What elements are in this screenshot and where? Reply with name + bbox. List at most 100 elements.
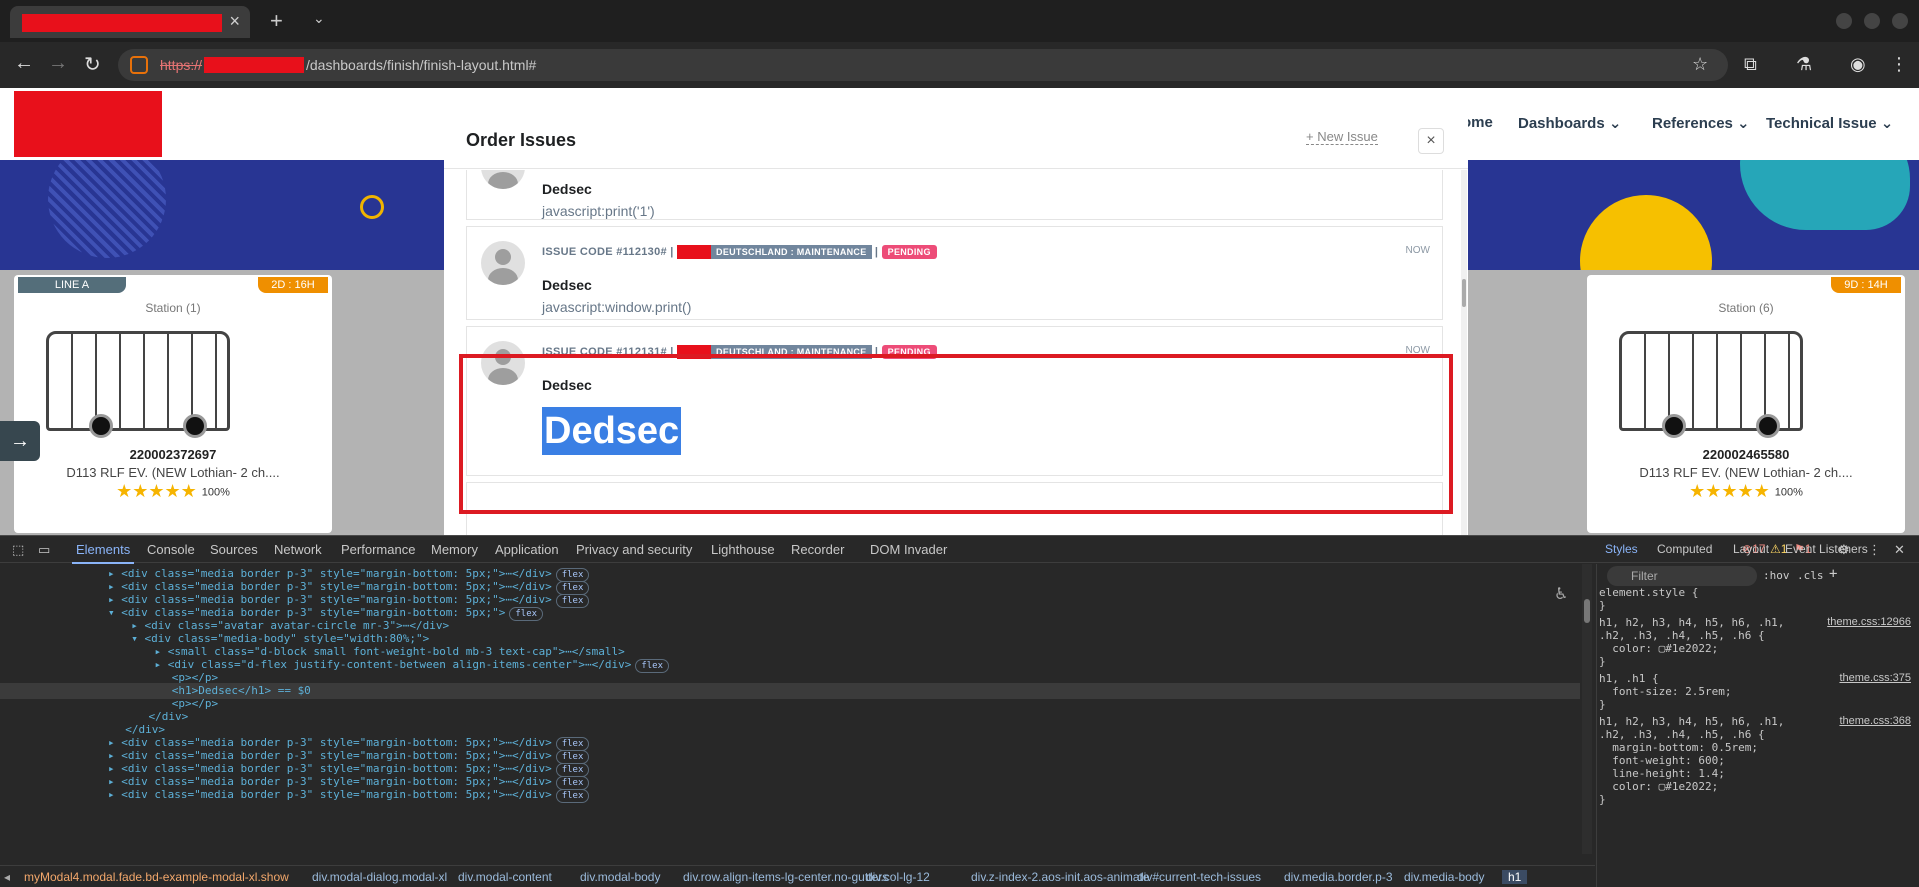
style-rule-line[interactable]: h1, .h1 { <box>1599 672 1659 686</box>
style-rule-line[interactable]: color: ▢#1e2022; <box>1599 780 1718 794</box>
forward-arrow-icon[interactable]: → <box>48 52 68 75</box>
tab-memory[interactable]: Memory <box>431 542 478 557</box>
station-name: Station (1) <box>145 301 201 315</box>
dom-scrollbar-thumb[interactable] <box>1584 599 1590 623</box>
breadcrumb-item[interactable]: div.media-body <box>1404 870 1484 884</box>
device-toolbar-icon[interactable]: ▭ <box>38 542 50 558</box>
station-description: D113 RLF EV. (NEW Lothian- 2 ch.... <box>66 465 280 480</box>
bus-image <box>46 331 230 438</box>
accessibility-icon[interactable]: ♿ <box>1554 584 1568 604</box>
decorative-yellow-circle <box>1580 195 1712 270</box>
station-card[interactable]: LINE A 2D : 16H Station (1) 220002372697… <box>14 275 332 533</box>
style-rule-line[interactable]: .h2, .h3, .h4, .h5, .h6 { <box>1599 728 1765 742</box>
address-bar[interactable]: https:// /dashboards/finish/finish-layou… <box>118 49 1728 81</box>
modal-scrollbar-thumb[interactable] <box>1462 279 1466 307</box>
hov-toggle[interactable]: :hov <box>1763 569 1790 582</box>
side-panel-arrow-icon[interactable]: → <box>0 421 40 461</box>
tab-lighthouse[interactable]: Lighthouse <box>711 542 775 557</box>
tab-sources[interactable]: Sources <box>210 542 258 557</box>
breadcrumb-item[interactable]: div.modal-content <box>458 870 552 884</box>
element-breadcrumb: ◂ myModal4.modal.fade.bd-example-modal-x… <box>0 865 1595 887</box>
issue-user: Dedsec <box>542 181 592 197</box>
labs-flask-icon[interactable]: ⚗ <box>1796 54 1812 75</box>
styles-filter-input[interactable]: Filter <box>1607 566 1757 586</box>
stylesheet-link[interactable]: theme.css:12966 <box>1827 616 1911 628</box>
close-window-button[interactable] <box>1892 13 1908 29</box>
breadcrumb-left-arrow-icon[interactable]: ◂ <box>4 870 10 884</box>
new-issue-button[interactable]: + New Issue <box>1306 129 1378 145</box>
maximize-button[interactable] <box>1864 13 1880 29</box>
time-badge: 2D : 16H <box>258 277 328 293</box>
issue-text: javascript:print('1') <box>542 203 655 219</box>
redacted-badge <box>677 245 712 259</box>
breadcrumb-item[interactable]: div.col-lg-12 <box>866 870 930 884</box>
rating-percent: 100% <box>201 486 230 499</box>
modal-close-button[interactable]: × <box>1418 128 1444 154</box>
style-rule-line[interactable]: } <box>1599 655 1606 669</box>
tab-layout[interactable]: Layout <box>1733 542 1769 556</box>
stylesheet-link[interactable]: theme.css:368 <box>1839 715 1911 727</box>
tab-application[interactable]: Application <box>495 542 559 557</box>
style-rule-line[interactable]: } <box>1599 599 1606 613</box>
extensions-icon[interactable]: ⧉ <box>1744 54 1757 75</box>
tab-performance[interactable]: Performance <box>341 542 415 557</box>
breadcrumb-item[interactable]: div.z-index-2.aos-init.aos-animate <box>971 870 1150 884</box>
style-rule-line[interactable]: .h2, .h3, .h4, .h5, .h6 { <box>1599 629 1765 643</box>
bookmark-star-icon[interactable]: ☆ <box>1692 54 1708 75</box>
tab-close-icon[interactable]: × <box>229 11 240 32</box>
style-rule-line[interactable]: line-height: 1.4; <box>1599 767 1725 781</box>
breadcrumb-item[interactable]: div.modal-dialog.modal-xl <box>312 870 447 884</box>
tab-event-listeners[interactable]: Event Listeners <box>1785 542 1868 556</box>
breadcrumb-item[interactable]: div.row.align-items-lg-center.no-gutters <box>683 870 888 884</box>
breadcrumb-item[interactable]: myModal4.modal.fade.bd-example-modal-xl.… <box>24 870 289 884</box>
dom-tree[interactable]: ▸ <div class="media border p-3" style="m… <box>0 564 1595 854</box>
profile-icon[interactable]: ◉ <box>1850 54 1866 75</box>
tab-elements[interactable]: Elements <box>71 542 135 564</box>
cls-toggle[interactable]: .cls <box>1797 569 1824 582</box>
tab-styles[interactable]: Styles <box>1605 542 1638 556</box>
tab-recorder[interactable]: Recorder <box>791 542 844 557</box>
site-info-icon[interactable] <box>130 56 148 74</box>
tab-list-chevron-icon[interactable]: ⌄ <box>313 10 325 27</box>
style-rule-line[interactable]: font-weight: 600; <box>1599 754 1725 768</box>
tab-network[interactable]: Network <box>274 542 322 557</box>
minimize-button[interactable] <box>1836 13 1852 29</box>
new-rule-icon[interactable]: + <box>1829 566 1837 582</box>
breadcrumb-item[interactable]: div#current-tech-issues <box>1137 870 1261 884</box>
tab-dom-invader[interactable]: DOM Invader <box>870 542 947 557</box>
nav-dashboards[interactable]: Dashboards ⌄ <box>1518 114 1621 132</box>
back-arrow-icon[interactable]: ← <box>14 52 34 75</box>
style-rule-line[interactable]: } <box>1599 698 1606 712</box>
nav-technical-issue[interactable]: Technical Issue ⌄ <box>1766 114 1893 132</box>
reload-icon[interactable]: ↻ <box>84 52 101 77</box>
browser-tab[interactable]: × <box>10 6 250 38</box>
inspect-element-icon[interactable]: ⬚ <box>12 542 24 558</box>
modal-scrollbar[interactable] <box>1461 170 1467 535</box>
style-rule-line[interactable]: font-size: 2.5rem; <box>1599 685 1731 699</box>
style-rule-line[interactable]: color: ▢#1e2022; <box>1599 642 1718 656</box>
style-rule-line[interactable]: element.style { <box>1599 586 1698 600</box>
dom-node[interactable]: ▸ <div class="media border p-3" style="m… <box>0 787 1580 803</box>
breadcrumb-item[interactable]: div.modal-body <box>580 870 660 884</box>
modal-header: Order Issues + New Issue × <box>444 114 1468 169</box>
decorative-teal-shape <box>1740 160 1910 230</box>
devtools-panel: ⬚ ▭ Elements Console Sources Network Per… <box>0 535 1919 887</box>
stylesheet-link[interactable]: theme.css:375 <box>1839 672 1911 684</box>
tab-privacy-security[interactable]: Privacy and security <box>576 542 692 557</box>
tab-computed[interactable]: Computed <box>1657 542 1712 556</box>
browser-tab-bar: × + ⌄ <box>0 0 1919 42</box>
breadcrumb-item[interactable]: h1 <box>1502 870 1528 884</box>
style-rule-line[interactable]: h1, h2, h3, h4, h5, h6, .h1, <box>1599 616 1784 630</box>
style-rule-line[interactable]: } <box>1599 793 1606 807</box>
decorative-ring <box>360 195 384 219</box>
tab-console[interactable]: Console <box>147 542 195 557</box>
menu-kebab-icon[interactable]: ⋮ <box>1890 54 1908 75</box>
decorative-circle <box>48 160 166 258</box>
nav-references[interactable]: References ⌄ <box>1652 114 1750 132</box>
flex-badge[interactable]: flex <box>555 789 590 803</box>
breadcrumb-item[interactable]: div.media.border.p-3 <box>1284 870 1393 884</box>
new-tab-icon[interactable]: + <box>270 8 283 34</box>
station-card[interactable]: 9D : 14H Station (6) 220002465580 D113 R… <box>1587 275 1905 533</box>
style-rule-line[interactable]: h1, h2, h3, h4, h5, h6, .h1, <box>1599 715 1784 729</box>
style-rule-line[interactable]: margin-bottom: 0.5rem; <box>1599 741 1758 755</box>
